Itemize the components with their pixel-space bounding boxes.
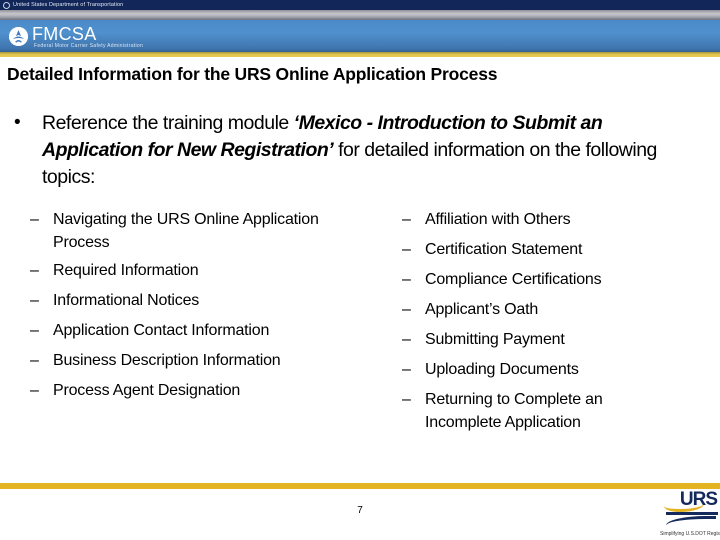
topic-list-right: – Affiliation with Others – Certification … xyxy=(402,208,662,439)
dash-icon: – xyxy=(30,211,39,228)
page-number: 7 xyxy=(357,505,363,516)
topic-item: – Certification Statement xyxy=(402,238,662,262)
dot-agency-bar: United States Department of Transportati… xyxy=(0,0,720,10)
topic-label: Required Information xyxy=(53,262,199,279)
fmcsa-logo-text: FMCSA xyxy=(32,24,97,44)
urs-logo: URS Simplifying U.S.DOT Registration xyxy=(660,489,720,540)
bullet-icon: • xyxy=(14,112,21,133)
dash-icon: – xyxy=(30,292,39,309)
topic-list-left: – Navigating the URS Online Application P… xyxy=(30,208,360,409)
main-bullet-text: Reference the training module ‘Mexico - … xyxy=(42,110,707,191)
fmcsa-logo-subtitle: Federal Motor Carrier Safety Administrat… xyxy=(34,43,144,49)
dash-icon: – xyxy=(30,382,39,399)
topic-label: Submitting Payment xyxy=(425,331,565,348)
dash-icon: – xyxy=(402,361,411,378)
topic-label: Business Description Information xyxy=(53,352,281,369)
urs-logo-text: URS xyxy=(679,489,718,510)
dash-icon: – xyxy=(402,271,411,288)
urs-tagline xyxy=(666,512,718,515)
topic-item: – Required Information xyxy=(30,259,360,283)
urs-navy-swoosh-icon xyxy=(666,516,716,528)
topic-label: Certification Statement xyxy=(425,241,583,258)
topic-item: – Compliance Certifications xyxy=(402,268,662,292)
topic-label: Applicant’s Oath xyxy=(425,301,539,318)
bullet-prefix: Reference the training module xyxy=(42,112,294,134)
header-divider xyxy=(0,10,720,20)
topic-item: – Process Agent Designation xyxy=(30,379,360,403)
dash-icon: – xyxy=(402,241,411,258)
dash-icon: – xyxy=(402,211,411,228)
footer-accent-bar xyxy=(0,483,720,489)
slide-title: Detailed Information for the URS Online … xyxy=(7,64,498,84)
dash-icon: – xyxy=(30,352,39,369)
topic-label: Application Contact Information xyxy=(53,322,270,339)
dash-icon: – xyxy=(402,331,411,348)
topic-label: Affiliation with Others xyxy=(425,211,571,228)
topic-item: – Application Contact Information xyxy=(30,319,360,343)
topic-item: – Informational Notices xyxy=(30,289,360,313)
urs-logo-caption: Simplifying U.S.DOT Registration xyxy=(660,531,720,537)
topic-label: Returning to Complete an Incomplete Appl… xyxy=(425,391,603,431)
topic-item: – Submitting Payment xyxy=(402,328,662,352)
topic-item: – Applicant’s Oath xyxy=(402,298,662,322)
header-accent-stripe xyxy=(0,52,720,57)
topic-item: – Navigating the URS Online Application P… xyxy=(30,208,360,254)
topic-label: Process Agent Designation xyxy=(53,382,241,399)
topic-item: – Uploading Documents xyxy=(402,358,662,382)
topic-label: Informational Notices xyxy=(53,292,200,309)
topic-item: – Returning to Complete an Incomplete App… xyxy=(402,388,662,434)
dash-icon: – xyxy=(402,391,411,408)
fmcsa-emblem-icon xyxy=(9,27,28,46)
dash-icon: – xyxy=(402,301,411,318)
topic-item: – Affiliation with Others xyxy=(402,208,662,232)
agency-name: United States Department of Transportati… xyxy=(13,2,124,8)
dash-icon: – xyxy=(30,322,39,339)
topic-item: – Business Description Information xyxy=(30,349,360,373)
dash-icon: – xyxy=(30,262,39,279)
topic-label: Uploading Documents xyxy=(425,361,579,378)
dot-seal-icon xyxy=(3,1,10,9)
topic-label: Navigating the URS Online Application Pr… xyxy=(53,211,319,251)
topic-label: Compliance Certifications xyxy=(425,271,602,288)
